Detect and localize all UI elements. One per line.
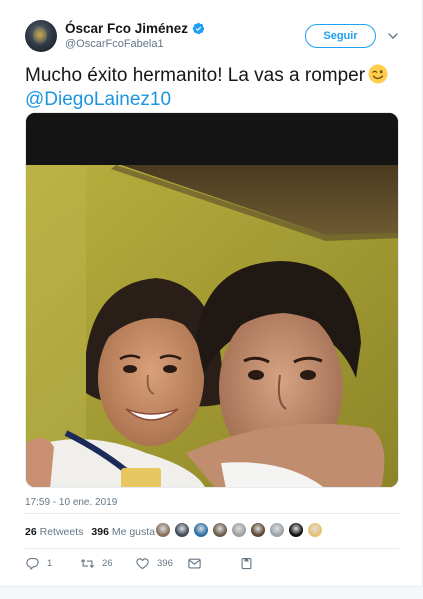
heart-icon [136, 558, 149, 570]
chevron-down-icon[interactable] [388, 31, 398, 41]
retweets-label: Retweets [39, 526, 84, 538]
divider [25, 513, 399, 514]
reply-icon [26, 557, 39, 570]
liker-avatar[interactable] [250, 522, 266, 538]
engagement-stats: 26 Retweets 396 Me gusta [25, 526, 155, 538]
tweet-photo[interactable] [25, 112, 399, 488]
wink-emoji-icon [368, 64, 388, 84]
mention-link[interactable]: @DiegoLainez10 [25, 89, 171, 110]
reply-button[interactable]: 1 [25, 556, 52, 571]
action-bar: 1 26 396 [25, 556, 399, 576]
liker-avatar[interactable] [212, 522, 228, 538]
follow-button[interactable]: Seguir [305, 24, 376, 48]
like-count: 396 [157, 558, 173, 569]
bookmark-icon [241, 557, 252, 570]
likes-count: 396 [91, 526, 109, 538]
author-handle[interactable]: @OscarFcoFabela1 [65, 38, 164, 50]
direct-message-button[interactable] [187, 556, 202, 571]
bookmark-button[interactable] [239, 556, 254, 571]
retweets-stat[interactable]: 26 Retweets [25, 526, 83, 538]
retweets-count: 26 [25, 526, 37, 538]
tweet-body: Mucho éxito hermanito! La vas a romper [25, 65, 366, 86]
liker-avatar[interactable] [174, 522, 190, 538]
liker-avatar[interactable] [155, 522, 171, 538]
verified-badge-icon [192, 22, 205, 35]
likes-stat[interactable]: 396 Me gusta [91, 526, 155, 538]
tweet-timestamp[interactable]: 17:59 - 10 ene. 2019 [25, 497, 117, 508]
liker-avatar[interactable] [307, 522, 323, 538]
avatar[interactable] [25, 20, 57, 52]
like-button[interactable]: 396 [135, 556, 173, 571]
author-name[interactable]: Óscar Fco Jiménez [65, 21, 188, 36]
liker-avatar[interactable] [269, 522, 285, 538]
liker-avatar[interactable] [288, 522, 304, 538]
retweet-count: 26 [102, 558, 113, 569]
author-name-row[interactable]: Óscar Fco Jiménez [65, 21, 205, 36]
retweet-icon [80, 558, 95, 569]
liker-avatars [155, 522, 323, 538]
divider [25, 548, 399, 549]
envelope-icon [188, 558, 201, 569]
liker-avatar[interactable] [193, 522, 209, 538]
footer-strip [0, 586, 423, 599]
liker-avatar[interactable] [231, 522, 247, 538]
reply-count: 1 [47, 558, 53, 569]
likes-label: Me gusta [111, 526, 156, 538]
retweet-button[interactable]: 26 [80, 556, 113, 571]
tweet-card: Óscar Fco Jiménez @OscarFcoFabela1 Segui… [0, 0, 423, 599]
tweet-text: Mucho éxito hermanito! La vas a romper @… [25, 64, 405, 112]
